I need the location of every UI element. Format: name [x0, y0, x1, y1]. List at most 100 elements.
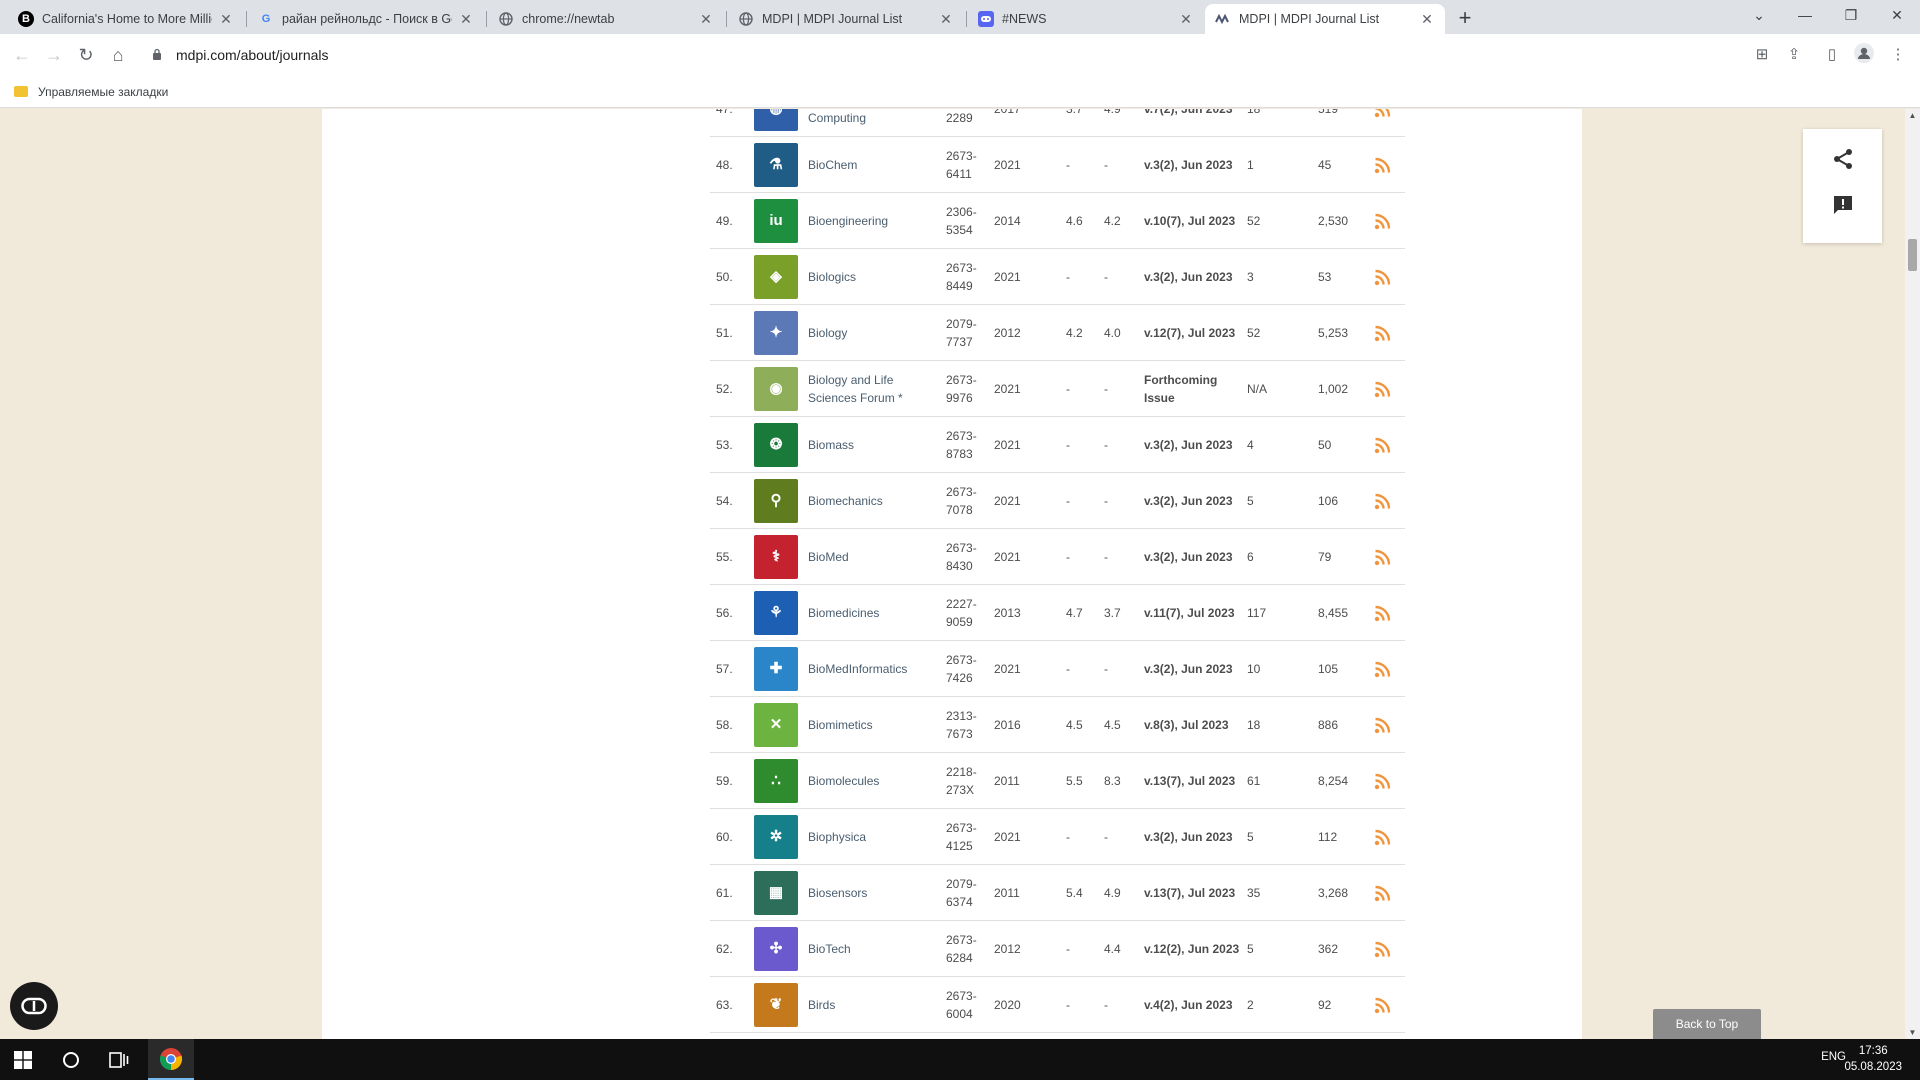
- browser-tab[interactable]: B California's Home to More Millio ✕: [8, 4, 244, 34]
- journal-name-link[interactable]: Biology: [808, 305, 938, 361]
- rss-feed-icon[interactable]: [1374, 529, 1394, 585]
- bookmark-folder-label[interactable]: Управляемые закладки: [38, 85, 168, 99]
- share-icon[interactable]: [1829, 145, 1857, 173]
- task-view-icon[interactable]: [96, 1039, 142, 1080]
- close-window-button[interactable]: ✕: [1874, 0, 1920, 30]
- rss-feed-icon[interactable]: [1374, 809, 1394, 865]
- journal-name-link[interactable]: BioMedInformatics: [808, 641, 938, 697]
- journal-volume-link[interactable]: v.3(2), Jun 2023: [1144, 641, 1248, 697]
- journal-volume-link[interactable]: v.12(7), Jul 2023: [1144, 305, 1248, 361]
- journal-cover[interactable]: ⚘: [754, 585, 798, 641]
- close-tab-icon[interactable]: ✕: [458, 11, 474, 28]
- new-tab-button[interactable]: +: [1452, 6, 1478, 32]
- journal-name-link[interactable]: BioChem: [808, 137, 938, 193]
- rss-feed-icon[interactable]: [1374, 249, 1394, 305]
- journal-cover[interactable]: ◉: [754, 361, 798, 417]
- journal-cover[interactable]: ⚲: [754, 473, 798, 529]
- translate-icon[interactable]: ⊞: [1750, 43, 1774, 67]
- journal-cover[interactable]: ⚗: [754, 137, 798, 193]
- journal-cover[interactable]: ❂: [754, 417, 798, 473]
- journal-name-link[interactable]: Biomedicines: [808, 585, 938, 641]
- journal-name-link[interactable]: Birds: [808, 977, 938, 1033]
- forward-icon[interactable]: →: [42, 43, 66, 67]
- browser-tab[interactable]: #NEWS ✕: [968, 4, 1204, 34]
- rss-feed-icon[interactable]: [1374, 193, 1394, 249]
- journal-cover[interactable]: ∴: [754, 753, 798, 809]
- journal-cover[interactable]: ✦: [754, 305, 798, 361]
- journal-volume-link[interactable]: Forthcoming Issue: [1144, 361, 1248, 417]
- journal-cover[interactable]: ⚕: [754, 529, 798, 585]
- journal-cover[interactable]: ✣: [754, 921, 798, 977]
- search-icon[interactable]: [48, 1039, 94, 1080]
- journal-cover[interactable]: ❦: [754, 977, 798, 1033]
- journal-volume-link[interactable]: v.11(7), Jul 2023: [1144, 585, 1248, 641]
- close-tab-icon[interactable]: ✕: [1419, 11, 1435, 28]
- journal-cover[interactable]: ✚: [754, 641, 798, 697]
- rss-feed-icon[interactable]: [1374, 977, 1394, 1033]
- journal-cover[interactable]: ▦: [754, 865, 798, 921]
- rss-feed-icon[interactable]: [1374, 417, 1394, 473]
- rss-feed-icon[interactable]: [1374, 305, 1394, 361]
- browser-tab[interactable]: MDPI | MDPI Journal List ✕: [728, 4, 964, 34]
- rss-feed-icon[interactable]: [1374, 753, 1394, 809]
- journal-cover[interactable]: ◈: [754, 249, 798, 305]
- journal-name-link[interactable]: Biomass: [808, 417, 938, 473]
- journal-volume-link[interactable]: v.12(2), Jun 2023: [1144, 921, 1248, 977]
- journal-name-link[interactable]: Big Data and Cognitive Computing: [808, 109, 938, 137]
- journal-volume-link[interactable]: v.3(2), Jun 2023: [1144, 809, 1248, 865]
- journal-name-link[interactable]: Biomimetics: [808, 697, 938, 753]
- journal-name-link[interactable]: Biomechanics: [808, 473, 938, 529]
- system-clock[interactable]: 17:36 05.08.2023: [1844, 1043, 1902, 1075]
- journal-cover[interactable]: ◍: [754, 109, 798, 137]
- back-to-top-button[interactable]: Back to Top: [1653, 1009, 1761, 1039]
- close-tab-icon[interactable]: ✕: [218, 11, 234, 28]
- journal-volume-link[interactable]: v.13(7), Jul 2023: [1144, 753, 1248, 809]
- rss-feed-icon[interactable]: [1374, 361, 1394, 417]
- journal-cover[interactable]: iu: [754, 193, 798, 249]
- journal-name-link[interactable]: BioMed: [808, 529, 938, 585]
- address-bar[interactable]: mdpi.com/about/journals: [140, 39, 1760, 71]
- tab-search-icon[interactable]: ⌄: [1736, 0, 1782, 30]
- accessibility-button[interactable]: [10, 982, 58, 1030]
- rss-feed-icon[interactable]: [1374, 585, 1394, 641]
- journal-volume-link[interactable]: v.4(2), Jun 2023: [1144, 977, 1248, 1033]
- scroll-down-icon[interactable]: ▼: [1905, 1028, 1920, 1037]
- chrome-taskbar-icon[interactable]: [148, 1039, 194, 1080]
- journal-volume-link[interactable]: v.7(2), Jun 2023: [1144, 109, 1248, 137]
- rss-feed-icon[interactable]: [1374, 137, 1394, 193]
- browser-tab[interactable]: chrome://newtab ✕: [488, 4, 724, 34]
- page-scrollbar[interactable]: ▲ ▼: [1905, 109, 1920, 1039]
- journal-volume-link[interactable]: v.3(2), Jun 2023: [1144, 473, 1248, 529]
- keyboard-language[interactable]: ENG: [1821, 1051, 1846, 1063]
- journal-name-link[interactable]: BioTech: [808, 921, 938, 977]
- journal-volume-link[interactable]: v.3(2), Jun 2023: [1144, 137, 1248, 193]
- close-tab-icon[interactable]: ✕: [1178, 11, 1194, 28]
- journal-cover[interactable]: ✕: [754, 697, 798, 753]
- journal-volume-link[interactable]: v.3(2), Jun 2023: [1144, 249, 1248, 305]
- close-tab-icon[interactable]: ✕: [698, 11, 714, 28]
- rss-feed-icon[interactable]: [1374, 865, 1394, 921]
- journal-volume-link[interactable]: v.3(2), Jun 2023: [1144, 529, 1248, 585]
- journal-name-link[interactable]: Biomolecules: [808, 753, 938, 809]
- rss-feed-icon[interactable]: [1374, 109, 1394, 137]
- rss-feed-icon[interactable]: [1374, 921, 1394, 977]
- scroll-up-icon[interactable]: ▲: [1905, 111, 1920, 120]
- journal-volume-link[interactable]: v.13(7), Jul 2023: [1144, 865, 1248, 921]
- menu-icon[interactable]: ⋮: [1886, 43, 1910, 67]
- minimize-button[interactable]: —: [1782, 0, 1828, 30]
- journal-volume-link[interactable]: v.10(7), Jul 2023: [1144, 193, 1248, 249]
- back-icon[interactable]: ←: [10, 43, 34, 67]
- journal-cover[interactable]: ✲: [754, 809, 798, 865]
- rss-feed-icon[interactable]: [1374, 473, 1394, 529]
- browser-tab-active[interactable]: MDPI | MDPI Journal List ✕: [1205, 4, 1445, 34]
- feedback-icon[interactable]: [1829, 191, 1857, 219]
- share-page-icon[interactable]: ⇪: [1782, 43, 1806, 67]
- reload-icon[interactable]: ↻: [74, 43, 98, 67]
- rss-feed-icon[interactable]: [1374, 641, 1394, 697]
- home-icon[interactable]: ⌂: [106, 43, 130, 67]
- scrollbar-thumb[interactable]: [1908, 239, 1917, 271]
- rss-feed-icon[interactable]: [1374, 697, 1394, 753]
- journal-name-link[interactable]: Biology and Life Sciences Forum *: [808, 361, 938, 417]
- journal-volume-link[interactable]: v.8(3), Jul 2023: [1144, 697, 1248, 753]
- restore-button[interactable]: ❐: [1828, 0, 1874, 30]
